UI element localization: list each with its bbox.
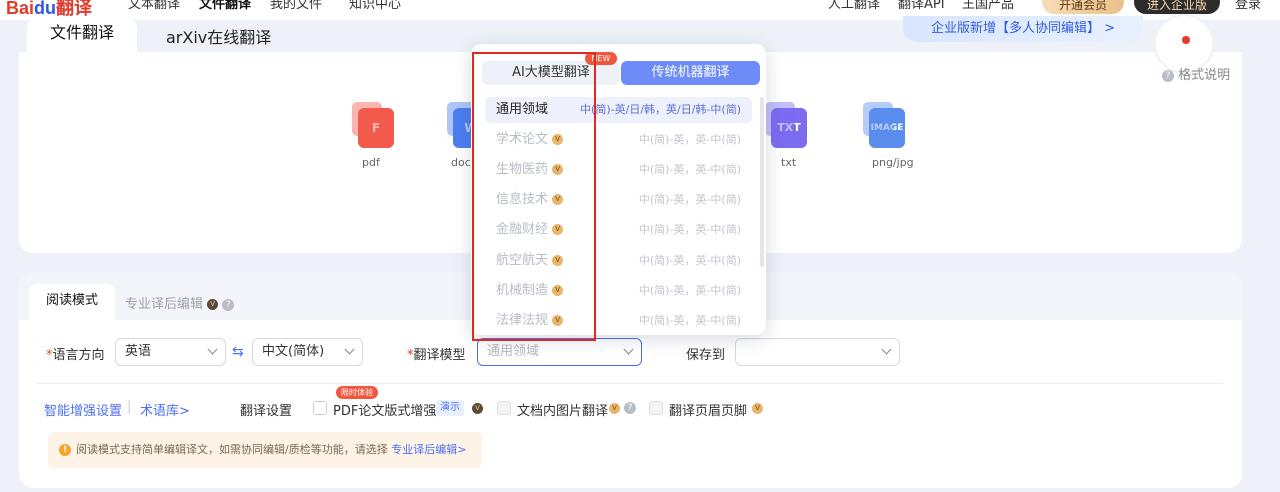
image-label: png/jpg (872, 156, 914, 169)
pdf-enhance-label: PDF论文版式增强 (333, 404, 437, 419)
domain-option-machinery[interactable]: 机械制造 V 中(简)-英，英-中(简) (485, 278, 752, 304)
read-mode-notice: ! 阅读模式支持简单编辑译文，如需协同编辑/质检等功能，请选择 专业译后编辑> (48, 432, 482, 468)
vip-icon: V (207, 299, 219, 310)
vip-icon: V (752, 403, 763, 414)
image-file-icon: IMAGE (863, 102, 905, 148)
domain-option-finance[interactable]: 金融财经 V 中(简)-英，英-中(简) (485, 217, 752, 243)
chevron-down-icon (344, 344, 355, 355)
vip-icon: V (552, 315, 564, 326)
doc-label: doc (451, 156, 471, 169)
image-translate-label: 文档内图片翻译 (517, 404, 609, 419)
baidu-logo[interactable]: Baidu翻译 (6, 0, 92, 20)
vip-icon: V (552, 194, 564, 205)
nav-text-translate[interactable]: 文本翻译 (128, 0, 180, 12)
help-icon[interactable]: ? (624, 402, 636, 414)
format-help-link[interactable]: ? 格式说明 (1162, 64, 1230, 83)
warning-icon: ! (59, 444, 71, 456)
tab-pro-edit[interactable]: 专业译后编辑 V ? (125, 293, 235, 312)
divider (37, 383, 1223, 384)
vip-icon: V (552, 134, 564, 145)
vip-icon: V (552, 255, 564, 266)
separator: | (127, 399, 132, 414)
pdf-file-icon: F (352, 102, 394, 148)
nav-products[interactable]: 王国产品 (962, 0, 1014, 12)
txt-file-icon: TXT (765, 102, 807, 148)
translate-settings-label: 翻译设置 (240, 404, 293, 419)
vip-icon: V (609, 403, 620, 414)
domain-option-biomedical[interactable]: 生物医药 V 中(简)-英，英-中(简) (485, 157, 752, 183)
enterprise-button[interactable]: 进入企业版 (1134, 0, 1220, 14)
save-to-label: 保存到 (686, 348, 726, 363)
header-footer-label: 翻译页眉页脚 (669, 404, 748, 419)
model-label: *翻译模型 (407, 348, 466, 363)
login-link[interactable]: 登录 (1235, 0, 1261, 12)
vip-icon: V (552, 164, 564, 175)
tab-read-mode[interactable]: 阅读模式 (29, 284, 115, 320)
nav-human-translation[interactable]: 人工翻译 (828, 0, 880, 12)
pdf-label: pdf (362, 156, 380, 169)
pro-edit-link[interactable]: 专业译后编辑> (391, 443, 466, 456)
tab-file-translate[interactable]: 文件翻译 (27, 18, 137, 53)
domain-option-academic[interactable]: 学术论文 V 中(简)-英，英-中(简) (485, 127, 752, 153)
lang-direction-label: *语言方向 (46, 348, 105, 363)
vip-icon: V (472, 403, 483, 414)
nav-knowledge-center[interactable]: 知识中心 (349, 0, 401, 12)
dropdown-scrollbar[interactable] (760, 97, 764, 267)
chevron-down-icon (881, 344, 892, 355)
model-select[interactable]: 通用领域 (477, 338, 642, 366)
model-dropdown: AI大模型翻译 NEW 传统机器翻译 通用领域 中(简)-英/日/韩，英/日/韩-… (471, 44, 766, 335)
domain-option-it[interactable]: 信息技术 V 中(简)-英，英-中(简) (485, 187, 752, 213)
tab-machine-translation[interactable]: 传统机器翻译 (621, 61, 760, 85)
smart-enhance-link[interactable]: 智能增强设置 (44, 400, 122, 419)
image-translate-checkbox[interactable] (497, 401, 511, 415)
chevron-down-icon (207, 344, 218, 355)
demo-button[interactable]: 演示 (436, 400, 464, 416)
nav-api[interactable]: 翻译API (898, 0, 945, 12)
swap-languages-icon[interactable]: ⇆ (232, 344, 244, 360)
pdf-enhance-checkbox[interactable] (313, 401, 327, 415)
chevron-down-icon (623, 344, 634, 355)
glossary-link[interactable]: 术语库> (140, 400, 190, 419)
domain-option-general[interactable]: 通用领域 中(简)-英/日/韩，英/日/韩-中(简) (485, 97, 752, 123)
limited-trial-badge: 限时体验 (336, 386, 378, 399)
txt-label: txt (781, 156, 797, 169)
domain-option-law[interactable]: 法律法规 V 中(简)-英，英-中(简) (485, 308, 752, 334)
source-language-select[interactable]: 英语 (115, 338, 226, 366)
new-badge: NEW (585, 52, 617, 65)
domain-option-aerospace[interactable]: 航空航天 V 中(简)-英，英-中(简) (485, 248, 752, 274)
header-footer-checkbox[interactable] (649, 401, 663, 415)
save-to-select[interactable] (735, 338, 900, 366)
nav-file-translate[interactable]: 文件翻译 (199, 0, 251, 12)
target-language-select[interactable]: 中文(简体) (252, 338, 363, 366)
vip-button[interactable]: 开通会员 (1042, 0, 1124, 14)
vip-icon: V (552, 285, 564, 296)
help-icon[interactable]: ? (222, 298, 235, 311)
nav-my-files[interactable]: 我的文件 (270, 0, 322, 12)
enterprise-promo-banner[interactable]: 企业版新增【多人协同编辑】 > (903, 16, 1143, 42)
vip-icon: V (552, 224, 564, 235)
help-icon: ? (1162, 69, 1174, 82)
tab-arxiv[interactable]: arXiv在线翻译 (166, 24, 271, 48)
